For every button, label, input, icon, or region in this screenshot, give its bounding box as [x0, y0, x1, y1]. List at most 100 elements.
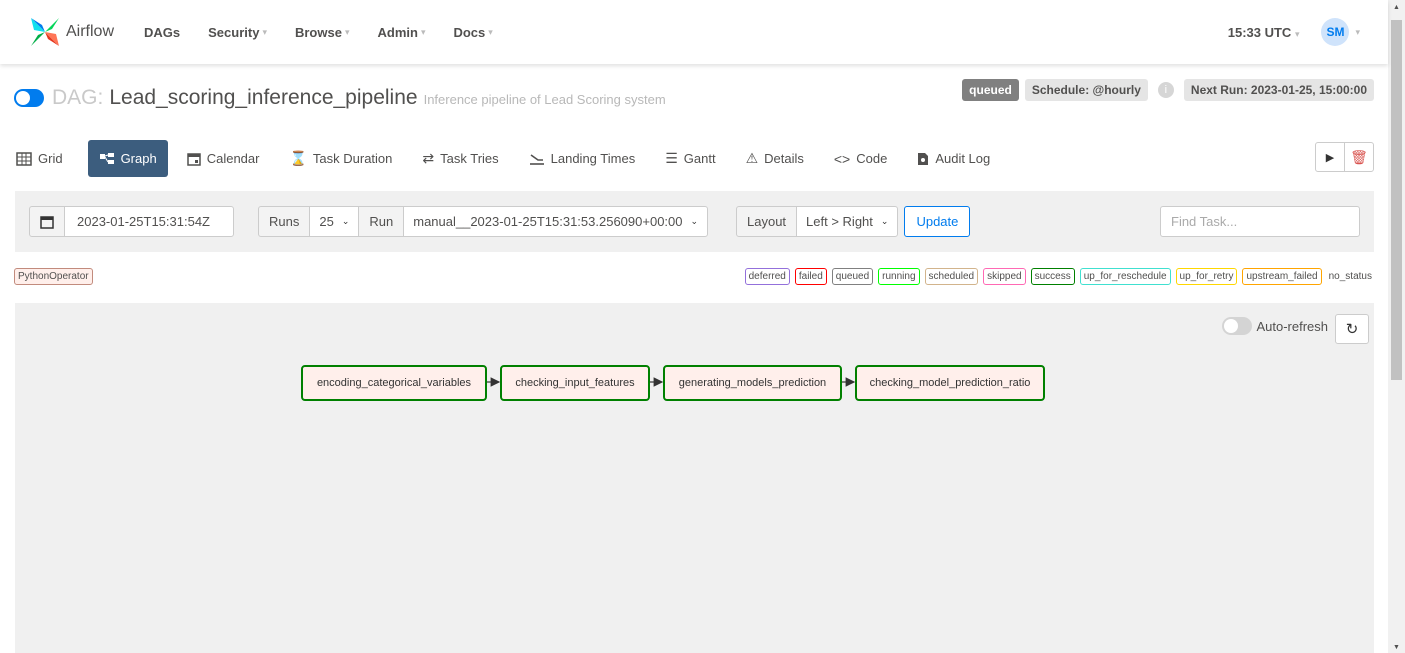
code-icon: <> [833, 150, 851, 167]
legend-up-for-retry: up_for_retry [1175, 268, 1238, 285]
layout-value: Left > Right [806, 214, 873, 229]
base-date-input[interactable]: 2023-01-25T15:31:54Z [64, 206, 234, 237]
grid-icon [16, 151, 32, 166]
legend-queued: queued [831, 268, 874, 285]
state-legend: deferred failed queued running scheduled… [744, 268, 1374, 285]
dag-title-row: DAG: Lead_scoring_inference_pipeline Inf… [14, 86, 666, 110]
dag-actions: ▶ 🗑 [1315, 142, 1374, 172]
caret-down-icon: ▾ [262, 26, 267, 37]
tab-audit-log[interactable]: Audit Log [906, 140, 1001, 177]
run-value: manual__2023-01-25T15:31:53.256090+00:00 [413, 214, 683, 229]
task-node-label: checking_model_prediction_ratio [869, 377, 1031, 389]
runs-value: 25 [319, 214, 334, 229]
clock-time: 15:33 UTC [1227, 24, 1292, 40]
legend-upstream-failed: upstream_failed [1242, 268, 1322, 285]
runs-select[interactable]: 25 ⌄ [309, 206, 360, 237]
tab-gantt-label: Gantt [683, 151, 716, 166]
info-icon[interactable]: i [1157, 82, 1174, 98]
dag-graph-canvas[interactable]: Auto-refresh ↻ encoding_categorical_vari… [15, 303, 1374, 653]
scroll-down-icon[interactable]: ▼ [1393, 644, 1400, 651]
top-navbar: Airflow DAGs Security ▾ Browse ▾ Admin ▾ Do… [0, 0, 1388, 64]
nav-admin-label: Admin [377, 24, 418, 40]
nav-browse-label: Browse [294, 24, 342, 40]
tab-grid[interactable]: Grid [16, 140, 74, 177]
layout-select[interactable]: Left > Right ⌄ [796, 206, 899, 237]
avatar: SM [1321, 18, 1350, 46]
legend-running: running [878, 268, 920, 285]
trash-icon: 🗑 [1350, 148, 1368, 165]
next-run-badge: Next Run: 2023-01-25, 15:00:00 [1183, 79, 1374, 101]
tab-calendar[interactable]: Calendar [176, 140, 271, 177]
runs-label: Runs [258, 206, 311, 237]
warning-triangle-icon: ⚠ [745, 150, 759, 166]
scroll-up-icon[interactable]: ▲ [1393, 4, 1400, 11]
chevron-down-icon: ⌄ [341, 216, 350, 226]
task-node[interactable]: generating_models_prediction [663, 365, 842, 401]
brand[interactable]: Airflow [28, 15, 114, 49]
nav-security[interactable]: Security ▾ [208, 25, 267, 40]
dag-pause-toggle[interactable] [14, 89, 44, 107]
task-node-label: checking_input_features [515, 377, 635, 389]
trigger-dag-button[interactable]: ▶ [1315, 142, 1345, 172]
dag-description: Inference pipeline of Lead Scoring syste… [423, 92, 666, 107]
nav-admin[interactable]: Admin ▾ [377, 25, 425, 40]
update-button[interactable]: Update [904, 206, 971, 237]
chevron-down-icon: ⌄ [690, 216, 699, 226]
page-scrollbar[interactable]: ▲ ▼ [1388, 0, 1405, 653]
delete-dag-button[interactable]: 🗑 [1344, 142, 1374, 172]
nav-security-label: Security [208, 24, 260, 40]
task-node[interactable]: checking_model_prediction_ratio [855, 365, 1045, 401]
legend-deferred: deferred [744, 268, 790, 285]
tab-gantt[interactable]: ☰ Gantt [654, 140, 726, 177]
calendar-icon [186, 152, 201, 166]
tab-code[interactable]: <> Code [823, 140, 898, 177]
caret-down-icon: ▾ [1355, 26, 1360, 37]
tab-landing-times[interactable]: Landing Times [518, 140, 647, 177]
nav-docs[interactable]: Docs ▾ [453, 25, 492, 40]
calendar-icon [40, 215, 54, 229]
clock-dropdown[interactable]: 15:33 UTC ▾ [1228, 25, 1300, 40]
schedule-badge: Schedule: @hourly [1024, 79, 1148, 101]
brand-name: Airflow [66, 23, 115, 40]
layout-group: Layout Left > Right ⌄ Update [736, 206, 971, 237]
dag-meta: queued Schedule: @hourly i Next Run: 202… [962, 79, 1374, 101]
legend-scheduled: scheduled [924, 268, 979, 285]
tab-details[interactable]: ⚠ Details [735, 140, 815, 177]
tab-audit-log-label: Audit Log [935, 151, 991, 166]
nav-docs-label: Docs [453, 24, 486, 40]
chevron-down-icon: ⌄ [880, 216, 889, 226]
gantt-icon: ☰ [665, 150, 678, 166]
task-node-label: generating_models_prediction [678, 377, 827, 389]
tab-task-duration-label: Task Duration [312, 151, 393, 166]
graph-edges [486, 377, 856, 387]
dag-state-badge: queued [962, 79, 1019, 101]
caret-down-icon: ▾ [488, 26, 493, 37]
nav-right: 15:33 UTC ▾ SM ▾ [1228, 18, 1360, 46]
layout-label: Layout [736, 206, 798, 237]
tab-task-tries[interactable]: ⇄ Task Tries [411, 140, 509, 177]
nav-browse[interactable]: Browse ▾ [295, 25, 350, 40]
tab-graph-label: Graph [120, 151, 157, 166]
airflow-logo-icon [31, 18, 59, 46]
caret-down-icon: ▾ [420, 26, 426, 37]
task-node[interactable]: encoding_categorical_variables [301, 365, 487, 401]
task-node-label: encoding_categorical_variables [316, 377, 472, 389]
legend-skipped: skipped [983, 268, 1026, 285]
repeat-icon: ⇄ [422, 150, 435, 166]
user-menu[interactable]: SM ▾ [1321, 18, 1360, 46]
nav-dags-label: DAGs [144, 24, 181, 40]
scroll-thumb[interactable] [1391, 20, 1402, 380]
run-select[interactable]: manual__2023-01-25T15:31:53.256090+00:00… [403, 206, 709, 237]
tab-graph[interactable]: Graph [87, 140, 168, 177]
find-task-input[interactable]: Find Task... [1160, 206, 1360, 237]
base-date-group: 2023-01-25T15:31:54Z [29, 206, 234, 237]
task-node[interactable]: checking_input_features [500, 365, 650, 401]
graph-icon [99, 152, 114, 164]
tab-landing-times-label: Landing Times [550, 151, 636, 166]
file-icon [918, 152, 929, 165]
nav-dags[interactable]: DAGs [144, 25, 180, 40]
caret-down-icon: ▾ [344, 26, 350, 37]
tab-grid-label: Grid [38, 151, 63, 166]
tab-task-duration[interactable]: ⌛ Task Duration [278, 140, 403, 177]
base-date-picker-button[interactable] [29, 206, 65, 237]
